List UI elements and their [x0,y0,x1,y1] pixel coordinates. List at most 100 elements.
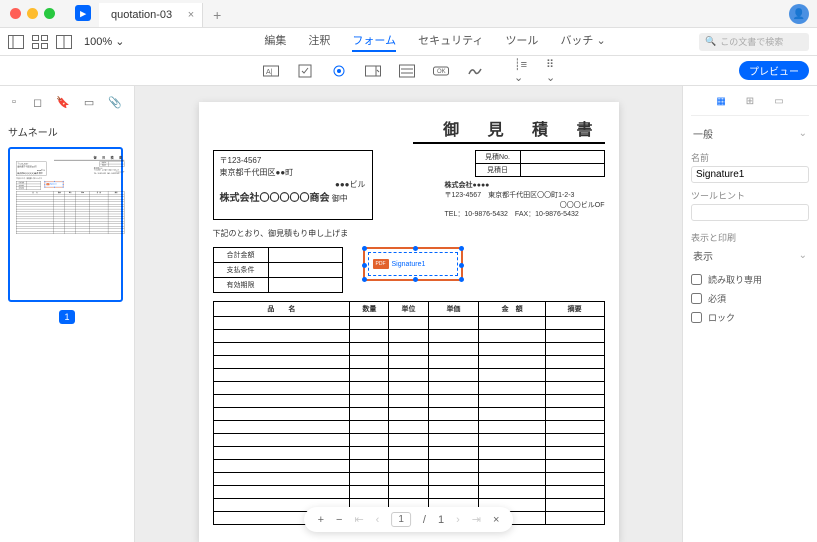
resize-handle[interactable] [44,181,45,182]
totals-table: 合計金額 支払条件 有効期限 [16,181,41,190]
doc-title: 御 見 積 書 [413,116,605,144]
recipient-company: 株式会社〇〇〇〇〇商会 [17,172,38,174]
recipient-address: 〒123-4567 東京都千代田区●●町 ●●●ビル 株式会社〇〇〇〇〇商会 御… [213,150,373,220]
resize-handle[interactable] [63,184,64,185]
search-placeholder: この文書で検索 [720,35,783,48]
menu-edit[interactable]: 編集 [264,32,286,52]
resize-handle[interactable] [63,187,64,188]
doc-title: 御 見 積 書 [54,155,124,160]
qdate-label: 見積日 [100,164,109,166]
menu-batch[interactable]: バッチ ⌄ [560,32,605,52]
resize-handle[interactable] [413,246,418,251]
quote-meta-table: 見積No. 見積日 [475,150,605,177]
combobox-tool[interactable] [364,63,382,79]
radio-tool[interactable] [330,63,348,79]
attn: 御中 [39,172,43,174]
layers-icon[interactable]: ▭ [84,96,94,110]
locked-checkbox[interactable]: ロック [691,311,809,324]
recipient-address: 〒123-4567 東京都千代田区●●町 ●●●ビル 株式会社〇〇〇〇〇商会 御… [16,161,46,175]
resize-handle[interactable] [413,277,418,282]
addr-city: 東京都千代田区●●町 [220,167,366,179]
last-page-button[interactable]: ⇥ [472,513,481,526]
page-sep: / [423,514,426,526]
bookmarks-icon[interactable]: ◻ [33,96,42,110]
locked-label: ロック [708,311,735,324]
attn: 御中 [332,194,348,203]
resize-handle[interactable] [362,263,367,268]
more-tool[interactable]: ⠿ ⌄ [546,63,564,79]
props-tab-general-icon[interactable]: ▦ [716,96,725,107]
thumbnail-page-number: 1 [59,310,75,324]
resize-handle[interactable] [54,187,55,188]
page-thumbnail[interactable]: 御 見 積 書 〒123-4567 東京都千代田区●●町 ●●●ビル 株式会社〇… [8,147,123,302]
items-table: 品 名 数量 単位 単価 金 額 摘要 [213,301,605,525]
window-zoom[interactable] [44,8,55,19]
preview-button[interactable]: プレビュー [739,61,809,80]
window-close[interactable] [10,8,21,19]
resize-handle[interactable] [54,181,55,182]
document-tab[interactable]: quotation-03 × [99,3,203,27]
col-remark: 摘要 [545,302,604,317]
signature-field[interactable]: PDF Signature1 [45,181,64,187]
menu-tool[interactable]: ツール [505,32,538,52]
note-text: 下記のとおり、御見積もり申し上げま [213,228,605,239]
checkbox-tool[interactable] [296,63,314,79]
resize-handle[interactable] [362,246,367,251]
hint-input[interactable] [691,204,809,221]
tab-close-icon[interactable]: × [188,9,194,21]
addr-zip: 〒123-4567 [220,155,366,167]
menu-security[interactable]: セキュリティ [418,32,483,52]
name-input[interactable] [691,166,809,183]
props-tab-appearance-icon[interactable]: ⊞ [746,96,754,107]
sender-company: 株式会社●●●● [445,181,605,191]
window-minimize[interactable] [27,8,38,19]
col-amount: 金 額 [479,302,545,317]
outline-icon[interactable]: 🔖 [56,96,70,110]
zoom-out-button[interactable]: − [336,514,342,526]
resize-handle[interactable] [459,263,464,268]
section-general[interactable]: 一般 ⌄ [691,122,809,145]
resize-handle[interactable] [459,277,464,282]
pay-label: 支払条件 [213,263,268,278]
zoom-dropdown[interactable]: 100% ⌄ [84,35,124,48]
prev-page-button[interactable]: ‹ [376,514,380,526]
text-field-tool[interactable]: A| [262,63,280,79]
search-input[interactable]: 🔍 この文書で検索 [699,33,809,51]
align-tool[interactable]: ┊≡ ⌄ [514,63,532,79]
resize-handle[interactable] [459,246,464,251]
required-checkbox[interactable]: 必須 [691,292,809,305]
listbox-tool[interactable] [398,63,416,79]
panel-grid-icon[interactable] [32,35,48,49]
display-section-label: 表示と印刷 [691,231,809,244]
resize-handle[interactable] [63,181,64,182]
readonly-checkbox[interactable]: 読み取り専用 [691,273,809,286]
current-page-input[interactable]: 1 [391,512,411,527]
display-dropdown[interactable]: 表示 ⌄ [691,244,809,267]
valid-label: 有効期限 [213,278,268,293]
document-page[interactable]: 御 見 積 書 〒123-4567 東京都千代田区●●町 ●●●ビル 株式会社〇… [199,102,619,542]
app-icon: ▸ [75,5,91,21]
svg-text:OK: OK [437,69,446,75]
signature-field[interactable]: PDF Signature1 [363,247,463,281]
user-avatar[interactable]: 👤 [789,4,809,24]
props-tab-actions-icon[interactable]: ▭ [774,96,783,107]
name-label: 名前 [691,151,809,164]
resize-handle[interactable] [44,184,45,185]
menu-annotate[interactable]: 注釈 [308,32,330,52]
resize-handle[interactable] [44,187,45,188]
attachments-icon[interactable]: 📎 [108,96,122,110]
signature-field-label: Signature1 [50,184,56,185]
thumbnails-icon[interactable]: ▫ [12,96,19,110]
menu-form[interactable]: フォーム [352,32,396,52]
quote-meta-table: 見積No. 見積日 [100,161,125,166]
close-nav-button[interactable]: × [493,514,499,526]
button-tool[interactable]: OK [432,63,450,79]
resize-handle[interactable] [362,277,367,282]
panel-split-icon[interactable] [56,35,72,49]
new-tab-button[interactable]: + [203,3,231,27]
signature-tool[interactable] [466,63,484,79]
panel-left-icon[interactable] [8,35,24,49]
first-page-button[interactable]: ⇤ [354,513,363,526]
next-page-button[interactable]: › [456,514,460,526]
zoom-in-button[interactable]: + [318,514,324,526]
